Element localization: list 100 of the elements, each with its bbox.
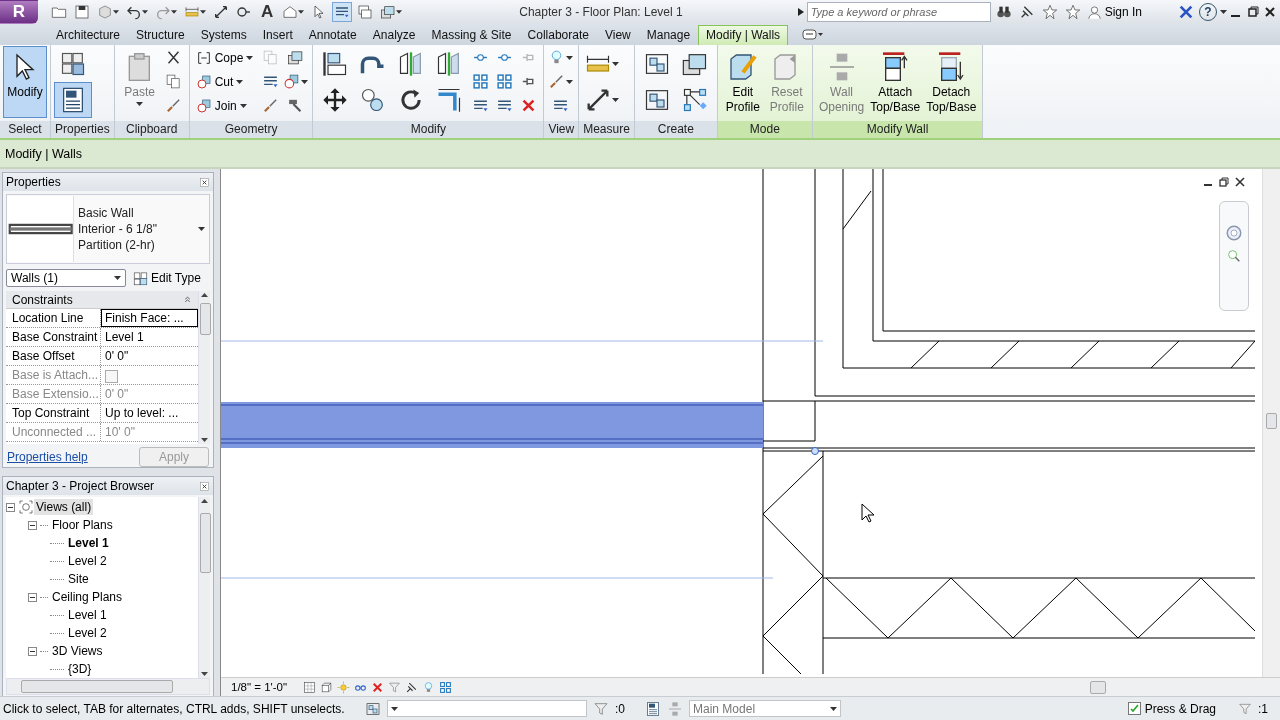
wall-grip[interactable] <box>811 447 819 456</box>
close-icon[interactable] <box>199 480 210 492</box>
scroll-up-icon[interactable] <box>201 291 208 300</box>
ribbon-button[interactable]: Cope <box>192 45 259 70</box>
tree-item[interactable]: Level 2 <box>66 625 109 642</box>
caret-icon <box>171 10 177 14</box>
checkbox[interactable] <box>1127 702 1141 716</box>
property-name: Base is Attach... <box>6 366 101 385</box>
ribbon-button[interactable]: Join <box>192 93 259 118</box>
ribbon-tab[interactable]: Annotate <box>300 24 365 45</box>
window-controls-icon[interactable] <box>1230 6 1276 18</box>
filter-dropdown[interactable]: Walls (1) <box>6 269 126 288</box>
panel-title: Select <box>0 120 50 138</box>
ribbon-tab[interactable]: Structure <box>128 24 193 45</box>
ribbon-tab[interactable]: Architecture <box>48 24 129 45</box>
quick-access-button[interactable] <box>332 2 353 22</box>
panel-title: Properties <box>51 120 114 138</box>
group-header[interactable]: Constraints <box>6 291 198 310</box>
ribbon-button[interactable]: Cut <box>192 69 259 94</box>
search-field[interactable]: Type a keyword or phrase <box>806 2 991 22</box>
property-value[interactable]: 0' 0" <box>101 347 198 366</box>
ribbon-tab[interactable]: Insert <box>254 24 301 45</box>
caret-icon <box>246 55 254 60</box>
scroll-thumb[interactable] <box>1266 413 1277 430</box>
delete-icon[interactable] <box>371 680 385 694</box>
collapse-icon[interactable] <box>28 646 37 656</box>
ribbon-tab[interactable]: View <box>596 24 639 45</box>
box-icon[interactable] <box>320 680 334 694</box>
tree-item[interactable]: Site <box>66 571 91 588</box>
tree-item[interactable]: Ceiling Plans <box>50 589 125 606</box>
properties-sheet-icon[interactable] <box>645 700 661 717</box>
application-menu-button[interactable]: R <box>0 0 38 24</box>
ribbon-button[interactable]: Attach Top/Base <box>867 45 924 118</box>
panel-title: Clipboard <box>114 120 189 138</box>
tree-item[interactable]: Level 2 <box>66 553 109 570</box>
scroll-down-icon[interactable] <box>201 670 208 679</box>
ribbon-tab[interactable]: Analyze <box>364 24 424 45</box>
ribbon-tab[interactable]: Massing & Site <box>423 24 520 45</box>
tree-item[interactable]: Level 1 <box>66 535 111 552</box>
panels-icon <box>287 49 305 67</box>
save-icon <box>74 4 90 20</box>
scroll-up-icon[interactable] <box>201 497 208 506</box>
collapse-icon[interactable] <box>28 520 37 530</box>
ribbon-tab[interactable]: Collaborate <box>519 24 597 45</box>
property-value[interactable]: Up to level: ... <box>101 404 198 423</box>
panels-icon <box>380 4 397 20</box>
property-value[interactable]: Finish Face: ... <box>101 309 198 328</box>
scroll-thumb[interactable] <box>200 303 211 336</box>
model-dropdown[interactable]: Main Model <box>689 700 841 718</box>
tree-item[interactable]: Floor Plans <box>50 517 115 534</box>
selected-wall[interactable] <box>221 402 764 449</box>
bracket-icon <box>195 49 212 66</box>
collapse-icon[interactable] <box>6 502 15 512</box>
collapse-icon[interactable] <box>28 592 37 602</box>
horizontal-scrollbar[interactable] <box>6 678 210 696</box>
scroll-thumb[interactable] <box>200 513 211 574</box>
text-tool-button[interactable]: A <box>257 2 278 22</box>
mouse-cursor-icon <box>861 503 875 524</box>
vertical-scrollbar[interactable] <box>1262 169 1280 678</box>
sign-in-button[interactable]: Sign In <box>1085 3 1143 21</box>
ribbon-toggle-icon[interactable] <box>802 28 825 41</box>
grid-icon[interactable] <box>439 680 453 694</box>
vertical-scrollbar[interactable] <box>198 497 210 679</box>
scroll-thumb[interactable] <box>1090 681 1107 695</box>
caret-icon <box>236 79 244 84</box>
ribbon-tab[interactable]: Manage <box>638 24 699 45</box>
shapes-icon <box>195 97 212 114</box>
property-value[interactable]: Level 1 <box>101 328 198 347</box>
tree-item[interactable]: 3D Views <box>50 643 105 660</box>
ribbon-button[interactable]: Modify <box>3 45 47 118</box>
view-scale[interactable]: 1/8" = 1'-0" <box>231 681 288 694</box>
ribbon-button[interactable]: Detach Top/Base <box>923 45 980 118</box>
hatch-icon[interactable] <box>303 680 317 694</box>
person-icon <box>1086 4 1102 20</box>
tree-item[interactable]: Views (all) <box>34 499 94 516</box>
caret-icon <box>114 276 121 281</box>
panel-title: Measure <box>579 120 634 138</box>
quick-access-button[interactable] <box>72 2 92 22</box>
wall-preview-icon <box>7 196 74 263</box>
type-selector[interactable]: Basic Wall Interior - 6 1/8" Partition (2-hr) <box>6 194 210 265</box>
group-icon[interactable] <box>365 700 381 717</box>
close-icon[interactable] <box>1235 177 1245 188</box>
ribbon-button[interactable]: Edit Profile <box>720 45 765 118</box>
arrow-icon[interactable] <box>797 8 804 16</box>
tree-item[interactable]: Level 1 <box>66 607 109 624</box>
properties-help-link[interactable]: Properties help <box>7 450 88 465</box>
ribbon-tab[interactable]: Systems <box>192 24 255 45</box>
caret-icon <box>391 706 398 711</box>
vertical-scrollbar[interactable] <box>198 291 210 445</box>
restore-icon[interactable] <box>1219 177 1229 188</box>
scroll-down-icon[interactable] <box>201 436 208 445</box>
caret-icon <box>142 10 148 14</box>
edit-type-button[interactable]: Edit Type <box>130 268 204 288</box>
ribbon-tab[interactable]: Modify | Walls <box>698 24 789 45</box>
star-icon <box>1064 4 1081 20</box>
close-icon[interactable] <box>199 176 210 188</box>
steering-wheel-icon[interactable] <box>1225 224 1243 243</box>
ribbon-button[interactable] <box>54 81 92 118</box>
scroll-thumb[interactable] <box>21 680 173 694</box>
tree-item[interactable]: {3D} <box>66 661 94 678</box>
